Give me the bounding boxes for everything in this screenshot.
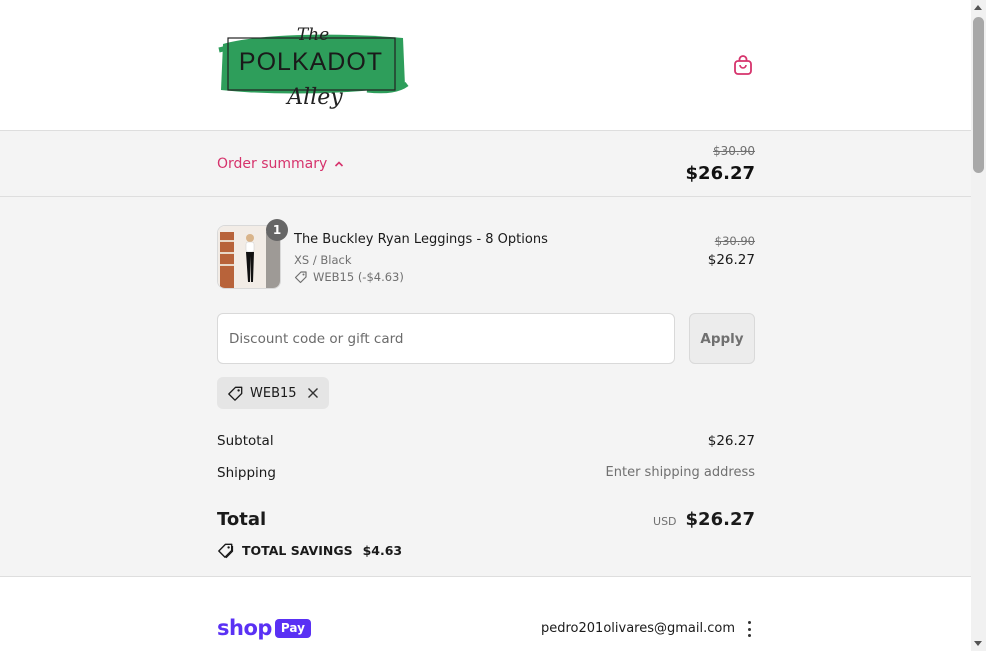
pay-badge: Pay xyxy=(274,618,311,638)
shopping-bag-icon xyxy=(734,55,752,75)
product-variant: XS / Black xyxy=(294,253,352,267)
scroll-up-arrow[interactable] xyxy=(974,5,982,10)
total-value: $26.27 xyxy=(685,509,755,530)
applied-discount-code: WEB15 xyxy=(250,385,297,401)
cart-button[interactable] xyxy=(731,53,755,77)
svg-text:The: The xyxy=(297,25,329,45)
total-value-group: USD $26.27 xyxy=(653,509,755,530)
shipping-value: Enter shipping address xyxy=(605,465,755,480)
shop-wordmark: shop xyxy=(217,616,272,640)
applied-discount-chip: WEB15 xyxy=(217,377,329,409)
order-summary-panel: 1 The Buckley Ryan Leggings - 8 Options … xyxy=(0,197,971,577)
store-logo[interactable]: The POLKADOT Alley xyxy=(217,20,409,112)
currency-code: USD xyxy=(653,515,677,528)
vertical-scrollbar[interactable] xyxy=(971,0,986,651)
product-discount-label: WEB15 (-$4.63) xyxy=(313,270,404,284)
kebab-dot xyxy=(747,634,751,637)
product-original-price: $30.90 xyxy=(714,234,755,248)
scroll-down-arrow[interactable] xyxy=(974,641,982,646)
remove-discount-button[interactable] xyxy=(307,387,319,399)
total-savings-row: TOTAL SAVINGS $4.63 xyxy=(217,542,402,559)
close-icon xyxy=(307,388,318,398)
apply-discount-button[interactable]: Apply xyxy=(689,313,755,364)
quantity-badge: 1 xyxy=(266,219,288,241)
tag-icon xyxy=(228,386,243,401)
logo-graphic: The POLKADOT Alley xyxy=(218,25,409,110)
chevron-up-icon xyxy=(335,161,344,167)
kebab-dot xyxy=(747,621,751,624)
summary-original-total: $30.90 xyxy=(713,144,755,158)
svg-text:POLKADOT: POLKADOT xyxy=(239,48,383,76)
shop-pay-row: shop Pay pedro201olivares@gmail.com xyxy=(217,617,755,641)
discount-form: Apply xyxy=(217,313,755,364)
shipping-label: Shipping xyxy=(217,465,276,481)
total-label: Total xyxy=(217,509,267,530)
tag-icon xyxy=(294,271,307,284)
summary-total: $26.27 xyxy=(685,163,755,184)
shop-pay-logo: shop Pay xyxy=(217,617,311,639)
total-row: Total USD $26.27 xyxy=(217,509,755,535)
checkout-page: The POLKADOT Alley Order summary $30.90 … xyxy=(0,0,971,651)
product-price: $26.27 xyxy=(707,252,755,268)
subtotal-value: $26.27 xyxy=(707,433,755,449)
order-summary-label: Order summary xyxy=(217,156,328,172)
subtotal-row: Subtotal $26.27 xyxy=(217,433,755,453)
account-email: pedro201olivares@gmail.com xyxy=(541,621,735,636)
shipping-row: Shipping Enter shipping address xyxy=(217,465,755,485)
product-discount: WEB15 (-$4.63) xyxy=(294,270,404,284)
svg-text:Alley: Alley xyxy=(285,85,343,110)
more-options-button[interactable] xyxy=(746,621,752,637)
line-item: 1 The Buckley Ryan Leggings - 8 Options … xyxy=(217,219,755,289)
order-summary-bar: Order summary $30.90 $26.27 xyxy=(0,131,971,197)
total-savings-label: TOTAL SAVINGS xyxy=(242,543,353,558)
kebab-dot xyxy=(747,627,751,631)
product-name: The Buckley Ryan Leggings - 8 Options xyxy=(294,232,548,247)
tags-icon xyxy=(218,543,234,559)
subtotal-label: Subtotal xyxy=(217,433,274,449)
header: The POLKADOT Alley xyxy=(0,0,971,131)
order-summary-toggle[interactable]: Order summary xyxy=(217,156,344,172)
discount-code-input[interactable] xyxy=(217,313,675,364)
total-savings-value: $4.63 xyxy=(362,543,403,558)
scrollbar-thumb[interactable] xyxy=(973,17,984,173)
